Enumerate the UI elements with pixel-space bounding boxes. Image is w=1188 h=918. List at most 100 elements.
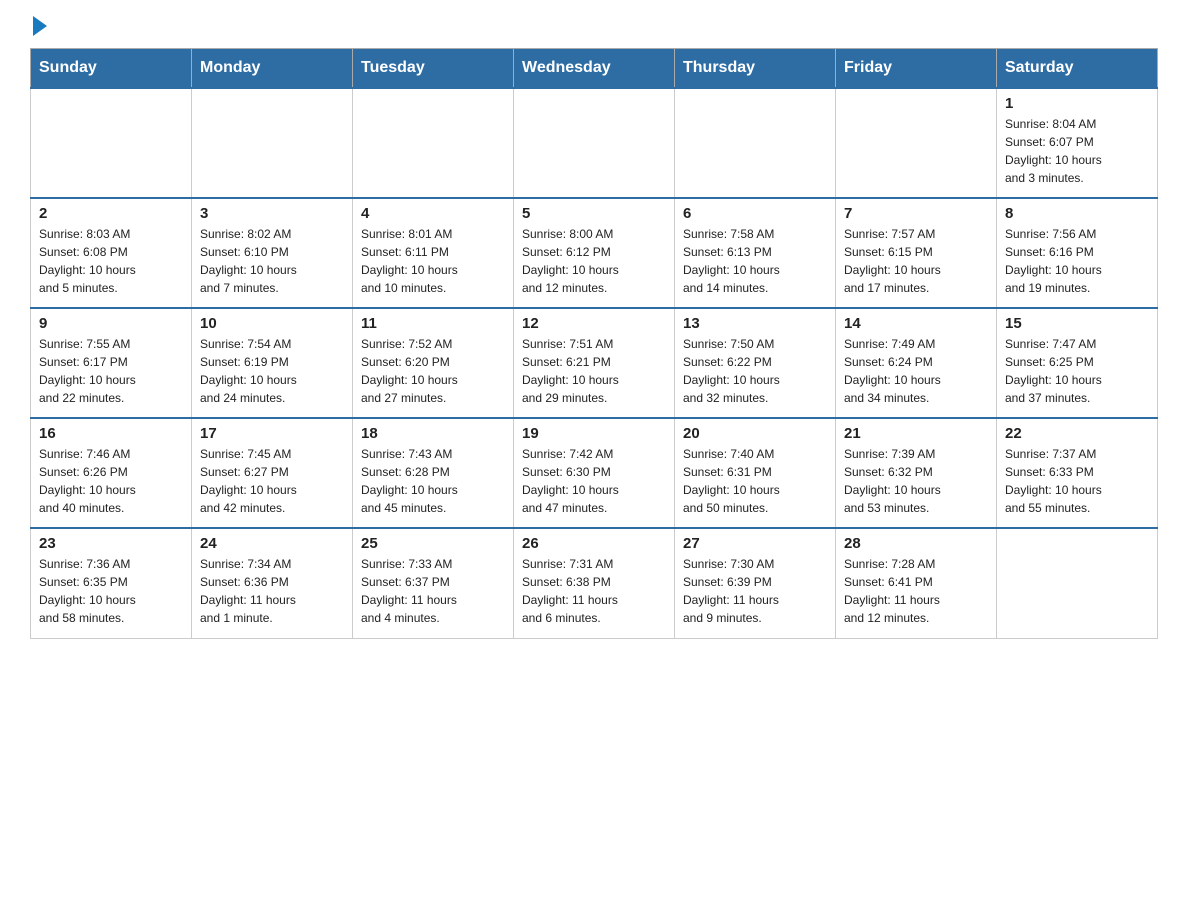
calendar-cell: 25 Sunrise: 7:33 AM Sunset: 6:37 PM Dayli… xyxy=(353,528,514,638)
calendar-cell: 21 Sunrise: 7:39 AM Sunset: 6:32 PM Dayli… xyxy=(836,418,997,528)
day-number: 25 xyxy=(361,535,505,552)
day-number: 7 xyxy=(844,205,988,222)
day-info: Sunrise: 7:31 AM Sunset: 6:38 PM Dayligh… xyxy=(522,555,666,627)
calendar-cell xyxy=(31,88,192,198)
day-number: 15 xyxy=(1005,315,1149,332)
day-number: 24 xyxy=(200,535,344,552)
weekday-header-wednesday: Wednesday xyxy=(514,49,675,89)
day-number: 27 xyxy=(683,535,827,552)
weekday-header-sunday: Sunday xyxy=(31,49,192,89)
day-info: Sunrise: 7:30 AM Sunset: 6:39 PM Dayligh… xyxy=(683,555,827,627)
day-number: 9 xyxy=(39,315,183,332)
day-info: Sunrise: 8:01 AM Sunset: 6:11 PM Dayligh… xyxy=(361,225,505,297)
calendar-cell: 2Sunrise: 8:03 AM Sunset: 6:08 PM Daylig… xyxy=(31,198,192,308)
calendar-cell: 22 Sunrise: 7:37 AM Sunset: 6:33 PM Dayli… xyxy=(997,418,1158,528)
page-header xyxy=(30,20,1158,32)
day-info: Sunrise: 7:46 AM Sunset: 6:26 PM Dayligh… xyxy=(39,445,183,517)
logo-arrow-icon xyxy=(33,16,47,36)
day-number: 14 xyxy=(844,315,988,332)
calendar-week-row: 9 Sunrise: 7:55 AM Sunset: 6:17 PM Daylig… xyxy=(31,308,1158,418)
day-info: Sunrise: 7:39 AM Sunset: 6:32 PM Dayligh… xyxy=(844,445,988,517)
calendar-cell xyxy=(997,528,1158,638)
day-info: Sunrise: 7:54 AM Sunset: 6:19 PM Dayligh… xyxy=(200,335,344,407)
calendar-week-row: 16 Sunrise: 7:46 AM Sunset: 6:26 PM Dayli… xyxy=(31,418,1158,528)
day-number: 10 xyxy=(200,315,344,332)
day-number: 8 xyxy=(1005,205,1149,222)
day-number: 18 xyxy=(361,425,505,442)
calendar-week-row: 23Sunrise: 7:36 AM Sunset: 6:35 PM Dayli… xyxy=(31,528,1158,638)
day-number: 1 xyxy=(1005,95,1149,112)
calendar-cell: 13 Sunrise: 7:50 AM Sunset: 6:22 PM Dayli… xyxy=(675,308,836,418)
day-info: Sunrise: 7:50 AM Sunset: 6:22 PM Dayligh… xyxy=(683,335,827,407)
calendar-cell: 6 Sunrise: 7:58 AM Sunset: 6:13 PM Daylig… xyxy=(675,198,836,308)
calendar-cell: 9 Sunrise: 7:55 AM Sunset: 6:17 PM Daylig… xyxy=(31,308,192,418)
calendar-cell: 16 Sunrise: 7:46 AM Sunset: 6:26 PM Dayli… xyxy=(31,418,192,528)
calendar-cell: 28 Sunrise: 7:28 AM Sunset: 6:41 PM Dayli… xyxy=(836,528,997,638)
day-info: Sunrise: 7:55 AM Sunset: 6:17 PM Dayligh… xyxy=(39,335,183,407)
day-number: 22 xyxy=(1005,425,1149,442)
day-number: 12 xyxy=(522,315,666,332)
calendar-cell xyxy=(836,88,997,198)
calendar-cell xyxy=(353,88,514,198)
day-number: 16 xyxy=(39,425,183,442)
day-info: Sunrise: 7:52 AM Sunset: 6:20 PM Dayligh… xyxy=(361,335,505,407)
day-info: Sunrise: 7:45 AM Sunset: 6:27 PM Dayligh… xyxy=(200,445,344,517)
day-info: Sunrise: 7:42 AM Sunset: 6:30 PM Dayligh… xyxy=(522,445,666,517)
weekday-header-tuesday: Tuesday xyxy=(353,49,514,89)
day-info: Sunrise: 7:33 AM Sunset: 6:37 PM Dayligh… xyxy=(361,555,505,627)
day-number: 20 xyxy=(683,425,827,442)
calendar-cell: 14 Sunrise: 7:49 AM Sunset: 6:24 PM Dayli… xyxy=(836,308,997,418)
day-info: Sunrise: 7:34 AM Sunset: 6:36 PM Dayligh… xyxy=(200,555,344,627)
weekday-header-saturday: Saturday xyxy=(997,49,1158,89)
day-info: Sunrise: 7:58 AM Sunset: 6:13 PM Dayligh… xyxy=(683,225,827,297)
day-info: Sunrise: 8:02 AM Sunset: 6:10 PM Dayligh… xyxy=(200,225,344,297)
day-info: Sunrise: 8:04 AM Sunset: 6:07 PM Dayligh… xyxy=(1005,115,1149,187)
calendar-cell: 7 Sunrise: 7:57 AM Sunset: 6:15 PM Daylig… xyxy=(836,198,997,308)
day-info: Sunrise: 8:00 AM Sunset: 6:12 PM Dayligh… xyxy=(522,225,666,297)
calendar-cell: 15 Sunrise: 7:47 AM Sunset: 6:25 PM Dayli… xyxy=(997,308,1158,418)
logo-top xyxy=(30,20,47,36)
day-info: Sunrise: 7:40 AM Sunset: 6:31 PM Dayligh… xyxy=(683,445,827,517)
day-info: Sunrise: 7:28 AM Sunset: 6:41 PM Dayligh… xyxy=(844,555,988,627)
calendar-week-row: 2Sunrise: 8:03 AM Sunset: 6:08 PM Daylig… xyxy=(31,198,1158,308)
day-number: 5 xyxy=(522,205,666,222)
day-info: Sunrise: 7:47 AM Sunset: 6:25 PM Dayligh… xyxy=(1005,335,1149,407)
day-number: 4 xyxy=(361,205,505,222)
calendar-cell: 20 Sunrise: 7:40 AM Sunset: 6:31 PM Dayli… xyxy=(675,418,836,528)
day-number: 28 xyxy=(844,535,988,552)
calendar-cell: 23Sunrise: 7:36 AM Sunset: 6:35 PM Dayli… xyxy=(31,528,192,638)
calendar-cell: 11 Sunrise: 7:52 AM Sunset: 6:20 PM Dayli… xyxy=(353,308,514,418)
calendar-cell: 18Sunrise: 7:43 AM Sunset: 6:28 PM Dayli… xyxy=(353,418,514,528)
weekday-header-friday: Friday xyxy=(836,49,997,89)
day-number: 13 xyxy=(683,315,827,332)
day-info: Sunrise: 7:37 AM Sunset: 6:33 PM Dayligh… xyxy=(1005,445,1149,517)
day-number: 19 xyxy=(522,425,666,442)
day-info: Sunrise: 7:51 AM Sunset: 6:21 PM Dayligh… xyxy=(522,335,666,407)
day-number: 17 xyxy=(200,425,344,442)
day-number: 11 xyxy=(361,315,505,332)
day-number: 26 xyxy=(522,535,666,552)
day-number: 3 xyxy=(200,205,344,222)
calendar-table: SundayMondayTuesdayWednesdayThursdayFrid… xyxy=(30,48,1158,639)
weekday-header-row: SundayMondayTuesdayWednesdayThursdayFrid… xyxy=(31,49,1158,89)
calendar-cell: 5 Sunrise: 8:00 AM Sunset: 6:12 PM Daylig… xyxy=(514,198,675,308)
calendar-cell: 26 Sunrise: 7:31 AM Sunset: 6:38 PM Dayli… xyxy=(514,528,675,638)
day-info: Sunrise: 7:57 AM Sunset: 6:15 PM Dayligh… xyxy=(844,225,988,297)
day-number: 2 xyxy=(39,205,183,222)
day-info: Sunrise: 7:56 AM Sunset: 6:16 PM Dayligh… xyxy=(1005,225,1149,297)
calendar-cell: 24 Sunrise: 7:34 AM Sunset: 6:36 PM Dayli… xyxy=(192,528,353,638)
calendar-cell: 4 Sunrise: 8:01 AM Sunset: 6:11 PM Daylig… xyxy=(353,198,514,308)
weekday-header-monday: Monday xyxy=(192,49,353,89)
calendar-cell: 10 Sunrise: 7:54 AM Sunset: 6:19 PM Dayli… xyxy=(192,308,353,418)
calendar-cell: 17 Sunrise: 7:45 AM Sunset: 6:27 PM Dayli… xyxy=(192,418,353,528)
calendar-week-row: 1 Sunrise: 8:04 AM Sunset: 6:07 PM Daylig… xyxy=(31,88,1158,198)
calendar-cell xyxy=(192,88,353,198)
calendar-cell: 3 Sunrise: 8:02 AM Sunset: 6:10 PM Daylig… xyxy=(192,198,353,308)
logo xyxy=(30,20,47,32)
day-number: 21 xyxy=(844,425,988,442)
day-info: Sunrise: 7:36 AM Sunset: 6:35 PM Dayligh… xyxy=(39,555,183,627)
calendar-cell: 8 Sunrise: 7:56 AM Sunset: 6:16 PM Daylig… xyxy=(997,198,1158,308)
day-info: Sunrise: 7:49 AM Sunset: 6:24 PM Dayligh… xyxy=(844,335,988,407)
day-number: 6 xyxy=(683,205,827,222)
calendar-cell xyxy=(675,88,836,198)
